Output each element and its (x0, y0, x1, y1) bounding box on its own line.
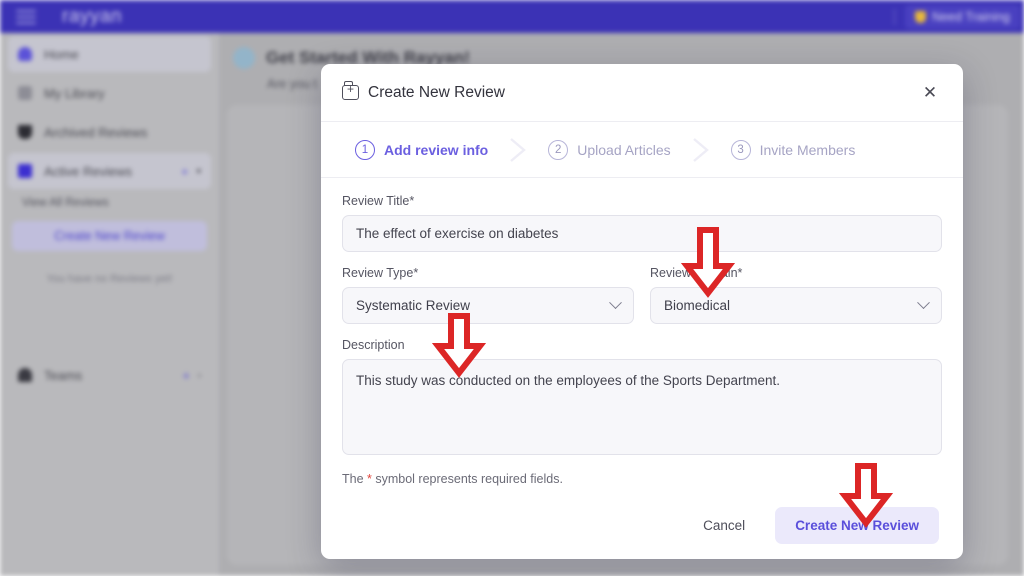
review-domain-group: Review Domain* Biomedical (650, 266, 942, 324)
hint-pre: The (342, 472, 368, 486)
dialog-footer: Cancel Create New Review (321, 491, 963, 559)
chevron-down-icon (609, 296, 622, 310)
sidebar-item-teams[interactable]: Teams + › (8, 357, 211, 393)
sidebar-item-label: Active Reviews (44, 163, 133, 179)
review-type-select[interactable]: Systematic Review (342, 287, 634, 324)
sidebar-create-new-review-button[interactable]: Create New Review (12, 221, 207, 251)
description-label: Description (342, 338, 405, 352)
description-textarea[interactable]: This study was conducted on the employee… (342, 359, 942, 455)
review-type-group: Review Type* Systematic Review (342, 266, 634, 324)
review-title-group: Review Title* The effect of exercise on … (342, 194, 942, 252)
sidebar-item-archived-reviews[interactable]: Archived Reviews (8, 114, 211, 150)
top-navigation-bar: rayyan Need Training (0, 0, 1024, 33)
dialog-header: Create New Review ✕ (321, 64, 963, 122)
home-icon (18, 47, 32, 61)
need-training-label: Need Training (932, 9, 1010, 24)
app-root: rayyan Need Training Home My Library Arc… (0, 0, 1024, 576)
step-label: Add review info (384, 141, 489, 158)
sidebar-item-label: Archived Reviews (44, 124, 148, 140)
review-domain-value: Biomedical (664, 298, 731, 313)
add-team-icon[interactable]: + (182, 368, 190, 383)
sidebar-item-label: Teams (44, 367, 83, 383)
shield-icon (915, 10, 927, 23)
review-type-value: Systematic Review (356, 298, 471, 313)
dialog-body: Review Title* The effect of exercise on … (321, 178, 963, 491)
step-label: Invite Members (759, 141, 856, 158)
sidebar-item-my-library[interactable]: My Library (8, 75, 211, 111)
create-new-review-dialog: Create New Review ✕ 1 Add review info 2 … (321, 64, 963, 559)
dialog-title: Create New Review (368, 83, 505, 101)
sidebar: Home My Library Archived Reviews Active … (0, 33, 219, 576)
add-review-icon[interactable]: + (181, 164, 189, 179)
sidebar-empty-state: You have no Reviews yet! (46, 273, 173, 285)
sidebar-item-active-reviews[interactable]: Active Reviews + ▾ (8, 153, 211, 189)
step-label: Upload Articles (577, 141, 671, 158)
chevron-right-icon[interactable]: › (198, 370, 201, 380)
sidebar-item-label: Home (44, 46, 79, 62)
review-title-label: Review Title* (342, 194, 415, 208)
review-domain-label: Review Domain* (650, 266, 743, 280)
folder-plus-icon (342, 81, 359, 100)
step-invite-members[interactable]: 3 Invite Members (730, 139, 856, 160)
type-domain-row: Review Type* Systematic Review Review Do… (342, 266, 942, 324)
step-chevron-icon (510, 137, 527, 162)
team-icon (18, 368, 32, 382)
chevron-down-icon (917, 296, 930, 310)
required-fields-hint: The * symbol represents required fields. (342, 472, 942, 486)
close-icon[interactable]: ✕ (918, 81, 942, 105)
review-domain-select[interactable]: Biomedical (650, 287, 942, 324)
archive-icon (18, 125, 32, 139)
review-title-input[interactable]: The effect of exercise on diabetes (342, 215, 942, 252)
step-chevron-icon (692, 137, 709, 162)
step-upload-articles[interactable]: 2 Upload Articles (548, 139, 671, 160)
brand-logo[interactable]: rayyan (62, 6, 122, 28)
step-indicator: 1 Add review info 2 Upload Articles 3 In… (321, 122, 963, 178)
folder-icon (18, 164, 32, 178)
sidebar-view-all-reviews[interactable]: View All Reviews (22, 197, 219, 209)
review-type-label: Review Type* (342, 266, 419, 280)
sidebar-item-home[interactable]: Home (8, 36, 211, 72)
cancel-button[interactable]: Cancel (689, 509, 759, 542)
step-number: 1 (355, 139, 375, 160)
rocket-icon (233, 47, 255, 69)
topbar-divider (894, 8, 896, 25)
hamburger-icon[interactable] (16, 9, 36, 24)
topbar-right-group: Need Training (894, 0, 1024, 33)
step-number: 2 (548, 139, 569, 160)
description-group: Description This study was conducted on … (342, 338, 942, 455)
book-icon (18, 86, 32, 100)
need-training-button[interactable]: Need Training (905, 4, 1020, 29)
sidebar-item-label: My Library (44, 85, 105, 101)
step-number: 3 (730, 139, 751, 160)
create-new-review-button[interactable]: Create New Review (775, 506, 939, 544)
step-add-review-info[interactable]: 1 Add review info (355, 139, 489, 160)
chevron-down-icon[interactable]: ▾ (196, 166, 201, 177)
hint-post: symbol represents required fields. (371, 472, 563, 486)
